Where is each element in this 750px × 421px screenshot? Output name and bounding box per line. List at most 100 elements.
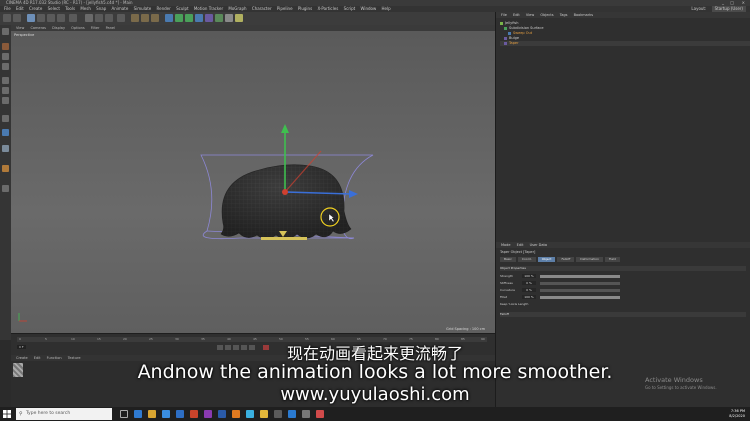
obs-icon[interactable] bbox=[302, 410, 310, 418]
cinema4d-icon[interactable] bbox=[246, 410, 254, 418]
make-editable-icon[interactable] bbox=[2, 28, 9, 35]
render-picture-viewer-icon[interactable] bbox=[141, 14, 149, 22]
object-menu-file[interactable]: File bbox=[501, 12, 507, 18]
taskbar-clock[interactable]: 7:36 PM 8/2/2020 bbox=[729, 409, 745, 419]
attr-menu-mode[interactable]: Mode bbox=[501, 242, 511, 248]
taskbar-search-input[interactable]: Type here to search bbox=[16, 408, 112, 420]
edges-mode-icon[interactable] bbox=[2, 87, 9, 94]
z-axis-icon[interactable] bbox=[105, 14, 113, 22]
file-explorer-icon[interactable] bbox=[148, 410, 156, 418]
attribute-manager-menu: Mode Edit User Data bbox=[496, 242, 750, 248]
y-axis-icon[interactable] bbox=[95, 14, 103, 22]
object-menu-edit[interactable]: Edit bbox=[513, 12, 520, 18]
tab-field[interactable]: Field bbox=[605, 257, 620, 262]
sculpt-icon[interactable] bbox=[2, 165, 9, 172]
undo-icon[interactable] bbox=[3, 14, 11, 22]
attr-menu-user-data[interactable]: User Data bbox=[530, 242, 547, 248]
rotate-icon[interactable] bbox=[57, 14, 65, 22]
tab-deformation[interactable]: Deformation bbox=[576, 257, 604, 262]
last-tool-icon[interactable] bbox=[69, 14, 77, 22]
param-label: Fillet bbox=[500, 295, 508, 299]
tab-coord[interactable]: Coord. bbox=[517, 257, 536, 262]
param-slider[interactable] bbox=[540, 296, 620, 299]
param-value[interactable]: 100 % bbox=[522, 274, 536, 278]
object-menu-bookmarks[interactable]: Bookmarks bbox=[574, 12, 594, 18]
store-icon[interactable] bbox=[162, 410, 170, 418]
subtitle-url: www.yuyulaoshi.com bbox=[280, 384, 470, 405]
points-mode-icon[interactable] bbox=[2, 77, 9, 84]
object-row-selected[interactable]: Taper bbox=[500, 41, 750, 46]
null-object-icon bbox=[500, 21, 503, 25]
tab-basic[interactable]: Basic bbox=[500, 257, 516, 262]
param-value[interactable]: 100 % bbox=[522, 295, 536, 299]
light-icon[interactable] bbox=[235, 14, 243, 22]
premiere-icon[interactable] bbox=[204, 410, 212, 418]
app-icon[interactable] bbox=[274, 410, 282, 418]
powerpoint-icon[interactable] bbox=[190, 410, 198, 418]
world-axis-icon bbox=[18, 313, 27, 322]
scene-canvas[interactable] bbox=[11, 31, 495, 333]
mail-icon[interactable] bbox=[176, 410, 184, 418]
model-mode-icon[interactable] bbox=[2, 43, 9, 50]
grid-spacing-label: Grid Spacing : 100 cm bbox=[446, 327, 485, 331]
deformer-icon[interactable] bbox=[205, 14, 213, 22]
snapping-icon[interactable] bbox=[2, 145, 9, 152]
floor-icon[interactable] bbox=[215, 14, 223, 22]
param-slider[interactable] bbox=[540, 275, 620, 278]
param-slider[interactable] bbox=[540, 282, 620, 285]
lock-workplane-icon[interactable] bbox=[2, 185, 9, 192]
photoshop-icon[interactable] bbox=[218, 410, 226, 418]
param-value[interactable]: 0 % bbox=[522, 281, 536, 285]
subdivision-surface-icon bbox=[504, 26, 507, 30]
render-settings-icon[interactable] bbox=[151, 14, 159, 22]
attr-menu-edit[interactable]: Edit bbox=[517, 242, 524, 248]
render-view-icon[interactable] bbox=[131, 14, 139, 22]
edge-icon[interactable] bbox=[134, 410, 142, 418]
param-label: Stiffness bbox=[500, 281, 513, 285]
axis-mode-icon[interactable] bbox=[2, 115, 9, 122]
object-menu-tags[interactable]: Tags bbox=[560, 12, 568, 18]
subtitle-english: Andnow the animation looks a lot more sm… bbox=[137, 361, 613, 383]
perspective-viewport[interactable]: Perspective Grid Spacing: 100 cm bbox=[11, 31, 495, 333]
param-fillet: Fillet 100 % bbox=[500, 295, 746, 300]
tab-falloff[interactable]: Falloff bbox=[557, 257, 575, 262]
object-menu-view[interactable]: View bbox=[526, 12, 534, 18]
task-view-icon[interactable] bbox=[120, 410, 128, 418]
windows-start-icon[interactable] bbox=[3, 410, 11, 418]
live-selection-icon[interactable] bbox=[27, 14, 35, 22]
sweep-icon bbox=[508, 31, 511, 35]
scale-icon[interactable] bbox=[47, 14, 55, 22]
bulge-deformer-icon bbox=[504, 36, 507, 40]
param-slider[interactable] bbox=[540, 289, 620, 292]
illustrator-icon[interactable] bbox=[232, 410, 240, 418]
teamviewer-icon[interactable] bbox=[288, 410, 296, 418]
camera-icon[interactable] bbox=[225, 14, 233, 22]
taper-deformer-icon bbox=[504, 41, 507, 45]
taper-handle bbox=[261, 237, 307, 240]
recorder-icon[interactable] bbox=[316, 410, 324, 418]
section-header[interactable]: Object Properties bbox=[500, 266, 746, 271]
chrome-icon[interactable] bbox=[260, 410, 268, 418]
redo-icon[interactable] bbox=[13, 14, 21, 22]
tweak-mode-icon[interactable] bbox=[2, 129, 9, 136]
move-icon[interactable] bbox=[37, 14, 45, 22]
jellyfish-mesh bbox=[220, 164, 352, 240]
main-toolbar bbox=[0, 12, 495, 26]
texture-mode-icon[interactable] bbox=[2, 53, 9, 60]
array-icon[interactable] bbox=[195, 14, 203, 22]
workplane-icon[interactable] bbox=[2, 63, 9, 70]
polygons-mode-icon[interactable] bbox=[2, 97, 9, 104]
param-value[interactable]: 0 % bbox=[522, 288, 536, 292]
object-manager-menu: File Edit View Objects Tags Bookmarks bbox=[496, 12, 750, 18]
coordinate-system-icon[interactable] bbox=[117, 14, 125, 22]
x-axis-icon[interactable] bbox=[85, 14, 93, 22]
windows-taskbar: Type here to search ⚲ 7:36 PM 8/2/2020 bbox=[0, 407, 750, 421]
falloff-section-header[interactable]: Falloff bbox=[500, 312, 746, 317]
subdivision-icon[interactable] bbox=[185, 14, 193, 22]
param-label: Curvature bbox=[500, 288, 515, 292]
cube-icon[interactable] bbox=[165, 14, 173, 22]
tab-object[interactable]: Object bbox=[537, 257, 556, 262]
pen-spline-icon[interactable] bbox=[175, 14, 183, 22]
param-label: Keep Y-Axis Length bbox=[500, 302, 529, 306]
object-menu-objects[interactable]: Objects bbox=[540, 12, 553, 18]
